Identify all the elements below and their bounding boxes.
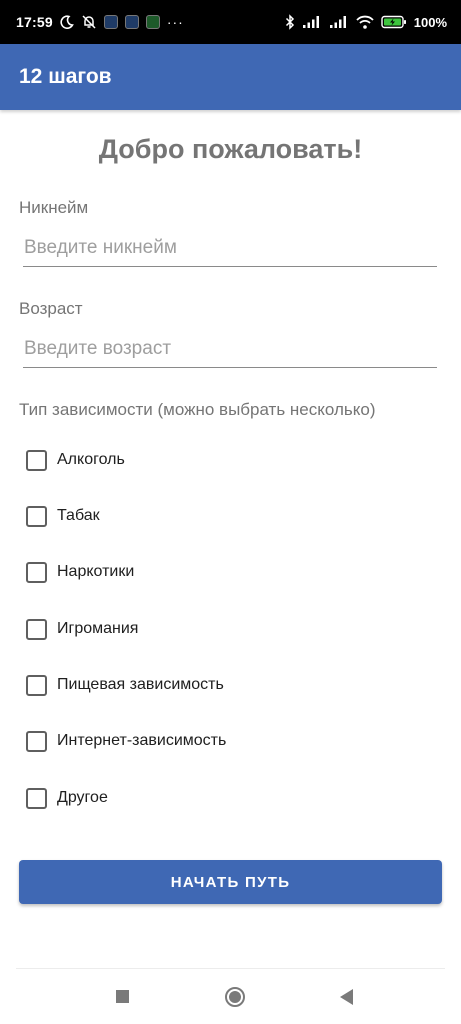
checkbox-label: Пищевая зависимость (57, 676, 224, 693)
more-notifications-icon: ··· (166, 14, 184, 30)
checkbox-box[interactable] (26, 730, 47, 752)
signal-icon (329, 14, 349, 30)
app-title: 12 шагов (19, 65, 112, 88)
checkbox-internet[interactable]: Интернет-зависимость (26, 729, 226, 753)
checkbox-label: Наркотики (57, 563, 135, 580)
checkbox-tobacco[interactable]: Табак (26, 504, 100, 528)
start-button[interactable]: НАЧАТЬ ПУТЬ (19, 860, 442, 904)
checkbox-other[interactable]: Другое (26, 786, 108, 810)
checkbox-box[interactable] (26, 618, 47, 640)
battery-charging-icon (381, 14, 407, 30)
age-label: Возраст (19, 299, 83, 318)
status-time: 17:59 (16, 14, 53, 30)
back-triangle-icon[interactable] (340, 988, 353, 1005)
app-notification-icon (103, 15, 118, 29)
signal-icon (302, 14, 322, 30)
checkbox-label: Другое (57, 789, 108, 806)
moon-icon (60, 14, 74, 30)
battery-percent: 100% (413, 14, 447, 30)
welcome-heading: Добро пожаловать! (98, 134, 363, 164)
checkbox-box[interactable] (26, 674, 47, 696)
checkbox-alcohol[interactable]: Алкоголь (26, 448, 125, 472)
checkbox-box[interactable] (26, 505, 47, 527)
app-notification-icon (145, 15, 160, 29)
status-right: 100% (285, 14, 447, 30)
checkbox-label: Интернет-зависимость (57, 732, 227, 749)
muted-bell-icon (81, 14, 97, 30)
home-circle-icon[interactable] (224, 986, 245, 1007)
recents-square-icon[interactable] (116, 990, 129, 1003)
checkbox-box[interactable] (26, 449, 47, 471)
addiction-type-label: Тип зависимости (можно выбрать несколько… (19, 400, 376, 419)
checkbox-label: Алкоголь (57, 451, 125, 468)
status-left: 17:59 ··· (16, 14, 184, 30)
nickname-input[interactable] (23, 229, 437, 267)
age-input[interactable] (23, 330, 437, 368)
status-bar: 17:59 ··· 100% (0, 0, 461, 44)
checkbox-food[interactable]: Пищевая зависимость (26, 673, 224, 697)
bluetooth-icon (285, 14, 295, 30)
home-circle-inner (228, 990, 241, 1003)
checkbox-label: Игромания (57, 620, 139, 637)
checkbox-box[interactable] (26, 787, 47, 809)
app-bar: 12 шагов (0, 44, 461, 110)
wifi-icon (356, 14, 374, 30)
checkbox-gambling[interactable]: Игромания (26, 617, 138, 641)
system-nav-bar (16, 968, 445, 1024)
checkbox-label: Табак (57, 507, 100, 524)
app-notification-icon (124, 15, 139, 29)
checkbox-box[interactable] (26, 561, 47, 583)
checkbox-drugs[interactable]: Наркотики (26, 560, 134, 584)
nickname-label: Никнейм (19, 198, 89, 217)
